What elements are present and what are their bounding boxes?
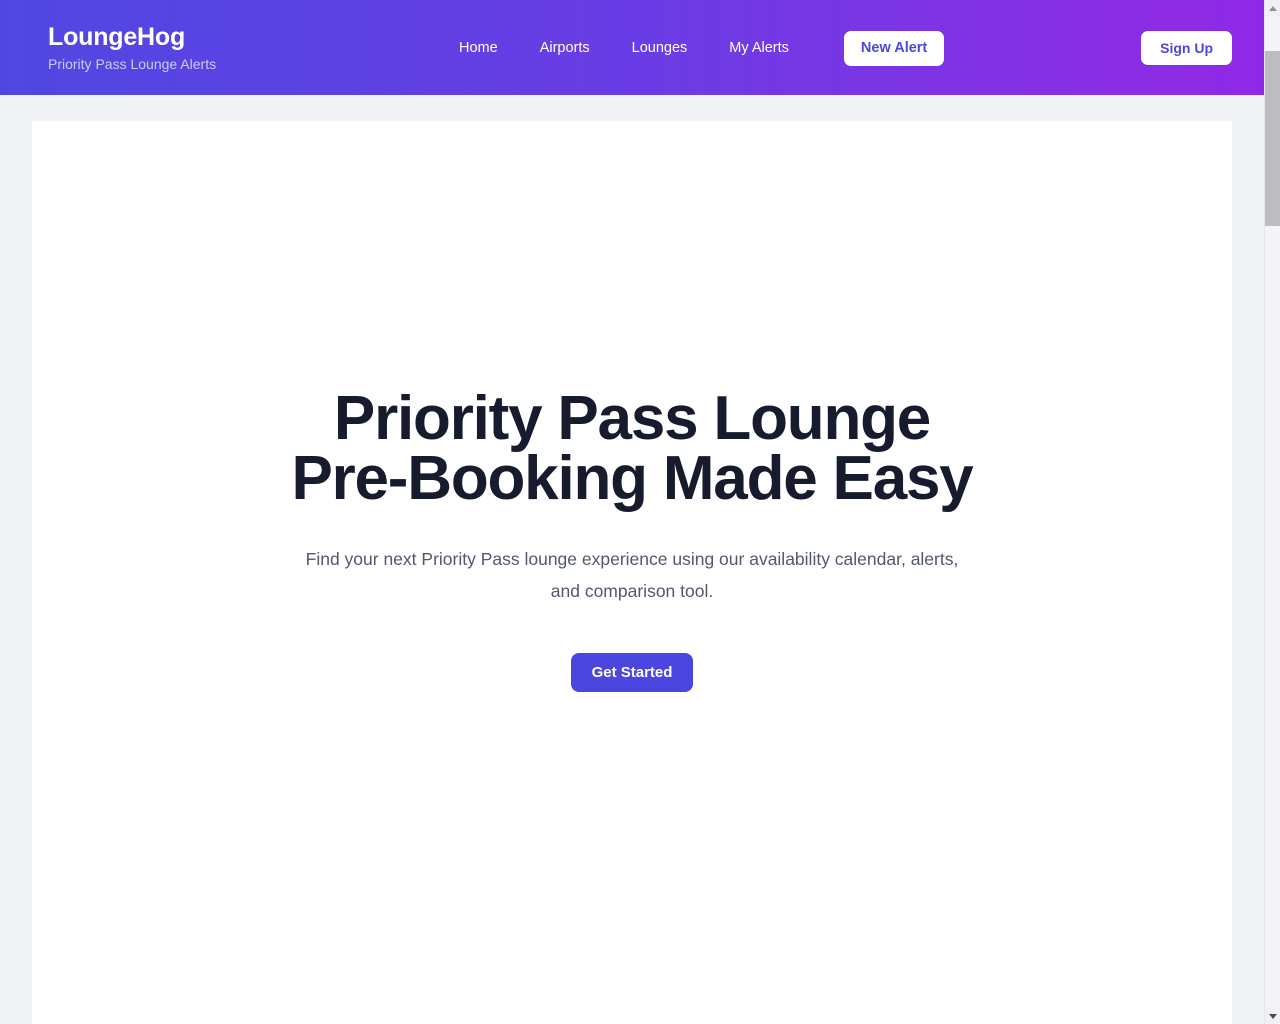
hero-cta-wrapper: Get Started xyxy=(32,653,1232,692)
scrollbar-track[interactable] xyxy=(1265,16,1280,1008)
nav-link-home[interactable]: Home xyxy=(457,30,519,66)
site-header: LoungeHog Priority Pass Lounge Alerts Ho… xyxy=(0,0,1264,95)
brand-tagline: Priority Pass Lounge Alerts xyxy=(48,56,217,72)
nav-link-my-alerts[interactable]: My Alerts xyxy=(708,30,810,66)
hero-title-line-1: Priority Pass Lounge xyxy=(333,384,931,453)
nav-link-lounges[interactable]: Lounges xyxy=(611,30,709,66)
nav-link-airports[interactable]: Airports xyxy=(519,30,611,66)
content-card: Priority Pass Lounge Pre-Booking Made Ea… xyxy=(32,121,1232,1024)
brand-name: LoungeHog xyxy=(48,23,186,51)
new-alert-button[interactable]: New Alert xyxy=(843,30,945,66)
brand-logo[interactable]: LoungeHog Priority Pass Lounge Alerts xyxy=(48,22,216,74)
browser-viewport: LoungeHog Priority Pass Lounge Alerts Ho… xyxy=(0,0,1280,1024)
sign-up-button[interactable]: Sign Up xyxy=(1141,31,1232,65)
page-root: LoungeHog Priority Pass Lounge Alerts Ho… xyxy=(0,0,1264,1024)
vertical-scrollbar[interactable] xyxy=(1264,0,1280,1024)
scrollbar-thumb[interactable] xyxy=(1265,51,1280,226)
hero-title-line-2: Pre-Booking Made Easy xyxy=(291,444,973,513)
hero-title: Priority Pass Lounge Pre-Booking Made Ea… xyxy=(32,384,1232,513)
scroll-down-icon[interactable] xyxy=(1265,1008,1280,1024)
scroll-up-icon[interactable] xyxy=(1265,0,1280,16)
main-navigation: Home Airports Lounges My Alerts New Aler… xyxy=(457,30,945,66)
hero-subtitle: Find your next Priority Pass lounge expe… xyxy=(305,549,959,601)
hero-section: Priority Pass Lounge Pre-Booking Made Ea… xyxy=(32,121,1232,692)
get-started-button[interactable]: Get Started xyxy=(570,653,694,692)
